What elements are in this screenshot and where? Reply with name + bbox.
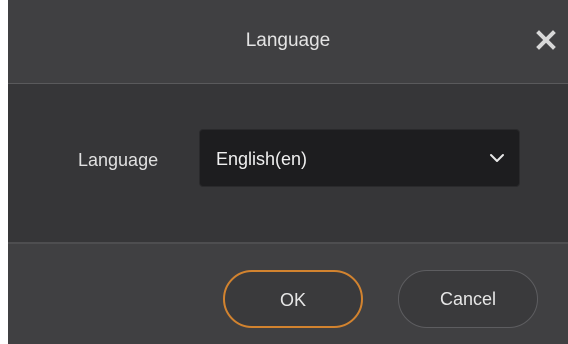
language-dialog: Language Language English(en) OK Cancel (0, 0, 568, 344)
language-selected-value: English(en) (216, 149, 308, 169)
language-label: Language (78, 150, 159, 170)
language-select[interactable]: English(en) (199, 129, 520, 187)
dialog-body: Language English(en) (8, 84, 568, 244)
window-edge (0, 0, 8, 344)
cancel-button[interactable]: Cancel (398, 270, 538, 328)
chevron-down-icon (490, 154, 504, 162)
close-button[interactable] (534, 28, 558, 52)
close-icon (536, 30, 556, 50)
dialog-title: Language (245, 30, 331, 51)
ok-button[interactable]: OK (223, 270, 363, 328)
dialog-footer: OK Cancel (8, 244, 568, 344)
dialog-titlebar: Language (8, 0, 568, 84)
